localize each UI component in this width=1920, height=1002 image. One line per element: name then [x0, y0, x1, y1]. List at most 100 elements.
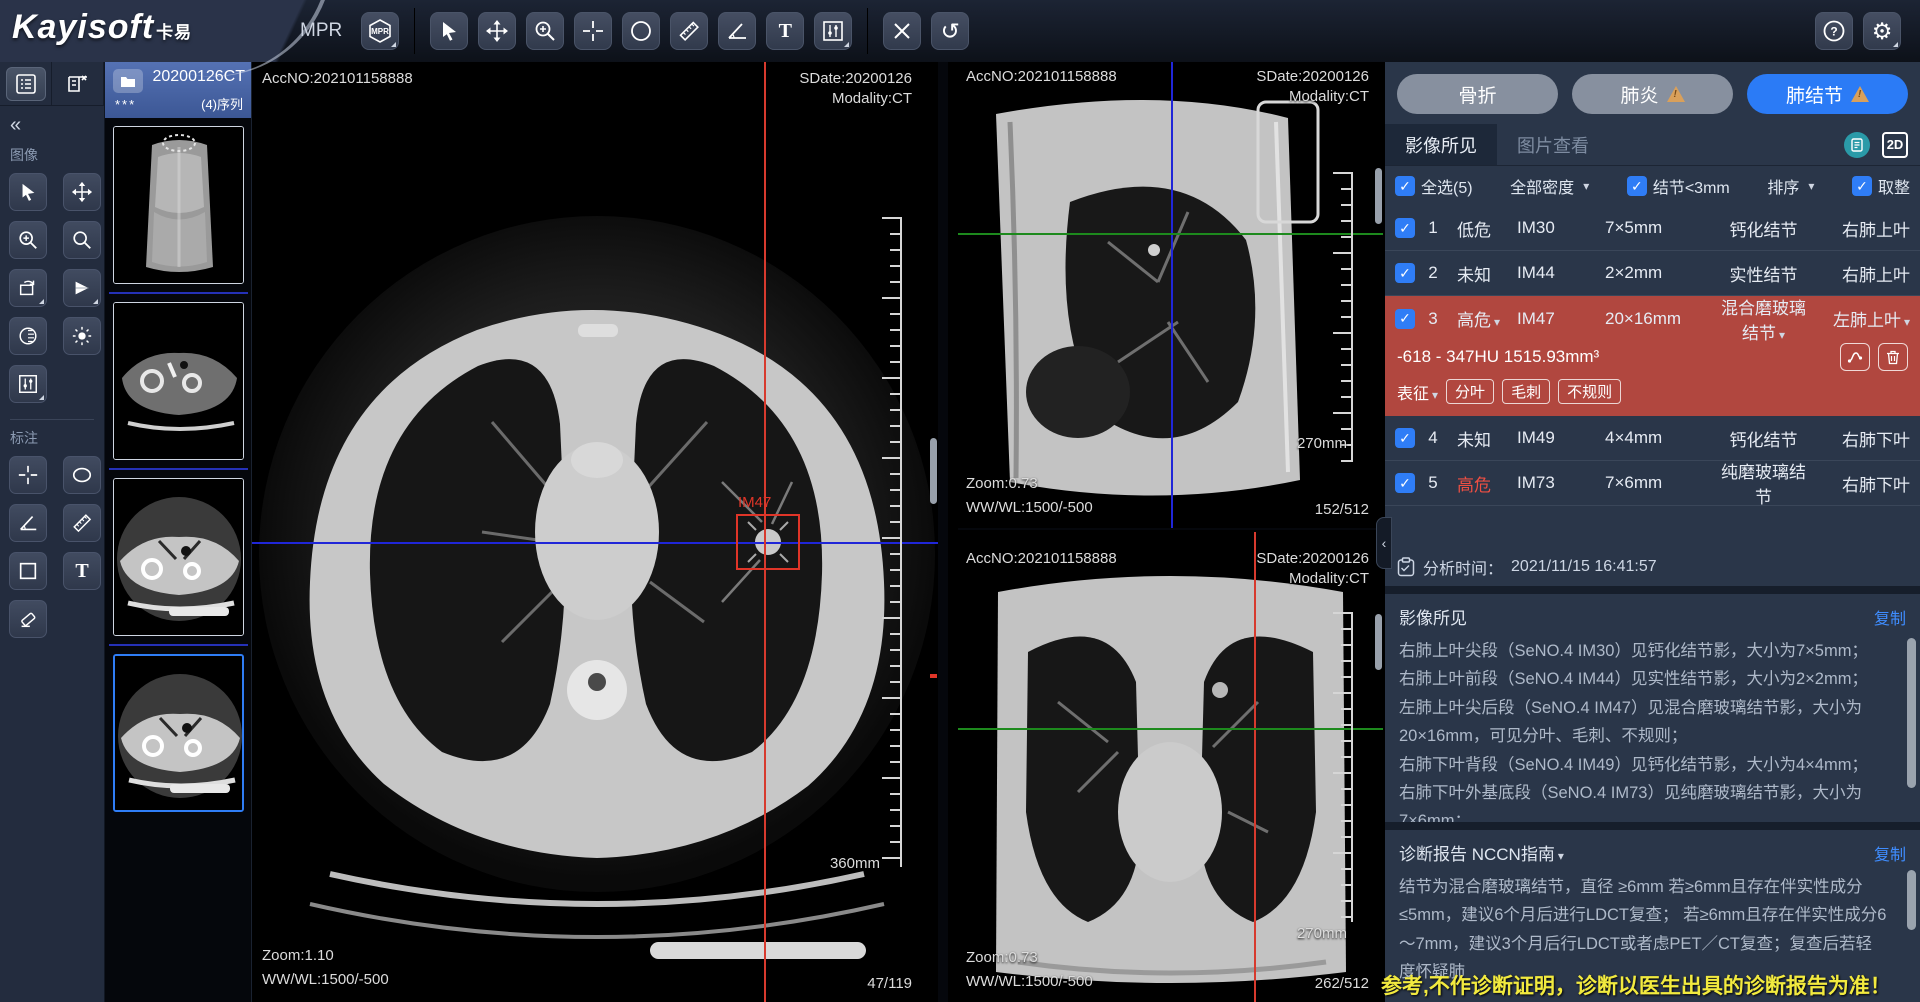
- nodule-type: 实性结节: [1713, 261, 1814, 286]
- nodule-row-2[interactable]: ✓ 2 未知 IM44 2×2mm 实性结节 右肺上叶: [1385, 251, 1920, 296]
- nodule-type-dropdown[interactable]: 混合磨玻璃结节▾: [1713, 294, 1814, 344]
- followup-curve-button[interactable]: [1840, 343, 1870, 371]
- zoom-in-tool-button[interactable]: [526, 12, 564, 50]
- coronal-scrollbar-thumb[interactable]: [1375, 614, 1382, 670]
- mpr-layout-button[interactable]: MPR: [361, 12, 399, 50]
- report-copy-link[interactable]: 复制: [1874, 841, 1906, 865]
- coronal-crosshair-vertical: [1254, 532, 1256, 1002]
- nodule-row-4[interactable]: ✓ 4 未知 IM49 4×4mm 钙化结节 右肺下叶: [1385, 416, 1920, 461]
- nodule-checkbox[interactable]: ✓: [1395, 428, 1415, 448]
- report-bubble-icon[interactable]: [1844, 132, 1870, 158]
- lt3mm-checkbox[interactable]: ✓: [1627, 176, 1647, 196]
- nodule-checkbox[interactable]: ✓: [1395, 309, 1415, 329]
- nodule-location-dropdown[interactable]: 左肺上叶▾: [1814, 306, 1910, 331]
- nodule-checkbox[interactable]: ✓: [1395, 473, 1415, 493]
- sagittal-viewport[interactable]: AccNO:202101158888 SDate:20200126 Modali…: [958, 62, 1383, 530]
- cursor-tool-button[interactable]: [430, 12, 468, 50]
- select-all-label[interactable]: 全选(5): [1421, 174, 1473, 198]
- series-thumbnail-axial-selected[interactable]: 已经检测 1/119: [113, 654, 244, 812]
- rail-eraser-button[interactable]: [9, 600, 47, 638]
- series-thumbnail-axial-1[interactable]: 1/60: [113, 302, 244, 460]
- traits-dropdown[interactable]: 表征▾: [1397, 380, 1438, 404]
- panel-collapse-handle[interactable]: ‹: [1376, 517, 1392, 569]
- cursor-icon: [18, 182, 38, 202]
- ruler-icon: [71, 512, 93, 534]
- nodule-image-no: IM44: [1517, 263, 1595, 283]
- rail-tab-series-list[interactable]: [0, 62, 52, 105]
- rectangle-icon: [17, 560, 39, 582]
- findings-scrollbar-thumb[interactable]: [1907, 638, 1916, 788]
- nodule-risk-dropdown[interactable]: 高危▾: [1445, 306, 1517, 331]
- rail-brightness-button[interactable]: [63, 317, 101, 355]
- window-level-icon: [17, 373, 39, 395]
- settings-button[interactable]: ⚙: [1863, 12, 1901, 50]
- findings-body: 右肺上叶尖段（SeNO.4 IM30）见钙化结节影，大小为7×5mm； 右肺上叶…: [1399, 637, 1906, 822]
- rail-rotate-button[interactable]: [9, 269, 47, 307]
- rail-invert-button[interactable]: [9, 317, 47, 355]
- rail-ellipse-button[interactable]: [63, 456, 101, 494]
- density-filter[interactable]: 全部密度: [1510, 174, 1574, 198]
- pan-tool-button[interactable]: [478, 12, 516, 50]
- reset-rotate-button[interactable]: ↺: [931, 12, 969, 50]
- ellipse-icon: [71, 464, 93, 486]
- window-level-tool-button[interactable]: [814, 12, 852, 50]
- delete-nodule-button[interactable]: [1878, 343, 1908, 371]
- axial-scrollbar-thumb[interactable]: [930, 438, 937, 504]
- trait-chip[interactable]: 分叶: [1446, 379, 1494, 404]
- sagittal-slice-index: 152/512: [1315, 501, 1369, 518]
- rail-magnify-button[interactable]: [63, 221, 101, 259]
- help-button[interactable]: ?: [1815, 12, 1853, 50]
- axial-sdate: SDate:20200126: [799, 70, 912, 87]
- report-scrollbar-thumb[interactable]: [1907, 870, 1916, 930]
- tab-picture-view[interactable]: 图片查看: [1497, 124, 1609, 165]
- nodule-row-5[interactable]: ✓ 5 高危 IM73 7×6mm 纯磨玻璃结节 右肺下叶: [1385, 461, 1920, 506]
- coronal-viewport[interactable]: AccNO:202101158888 SDate:20200126 Modali…: [958, 532, 1383, 1002]
- nodule-roi-box[interactable]: [736, 514, 800, 570]
- rail-zoom-in-button[interactable]: [9, 221, 47, 259]
- nodule-checkbox[interactable]: ✓: [1395, 218, 1415, 238]
- series-thumbnail-scout[interactable]: 1/1: [113, 126, 244, 284]
- series-thumbnail-axial-2[interactable]: 1/60: [113, 478, 244, 636]
- text-tool-button[interactable]: T: [766, 12, 804, 50]
- angle-tool-button[interactable]: [718, 12, 756, 50]
- axial-viewport[interactable]: IM47 AccNO:202101158888 SDate:20200126 M…: [252, 62, 948, 1002]
- tab-fracture[interactable]: 骨折: [1397, 74, 1558, 114]
- rail-text-button[interactable]: T: [63, 552, 101, 590]
- crosshair-tool-button[interactable]: [574, 12, 612, 50]
- sagittal-scrollbar-thumb[interactable]: [1375, 168, 1382, 224]
- ruler-tool-button[interactable]: [670, 12, 708, 50]
- rail-pan-button[interactable]: [63, 173, 101, 211]
- axial-neck-image: [114, 303, 244, 460]
- app-logo: Kayisoft卡易: [12, 8, 192, 47]
- ellipse-tool-button[interactable]: [622, 12, 660, 50]
- lt3mm-label[interactable]: 结节<3mm: [1653, 174, 1730, 198]
- rail-crosshair-button[interactable]: [9, 456, 47, 494]
- finding-line: 右肺上叶前段（SeNO.4 IM44）见实性结节影，大小为2×2mm；: [1399, 665, 1888, 693]
- select-all-checkbox[interactable]: ✓: [1395, 176, 1415, 196]
- nodule-checkbox[interactable]: ✓: [1395, 263, 1415, 283]
- rail-ruler-button[interactable]: [63, 504, 101, 542]
- rail-cine-play-button[interactable]: [63, 269, 101, 307]
- nodule-row-1[interactable]: ✓ 1 低危 IM30 7×5mm 钙化结节 右肺上叶: [1385, 206, 1920, 251]
- rail-window-level-button[interactable]: [9, 365, 47, 403]
- sort-filter[interactable]: 排序: [1767, 174, 1799, 198]
- round-checkbox[interactable]: ✓: [1852, 176, 1872, 196]
- round-label[interactable]: 取整: [1878, 174, 1910, 198]
- chevron-down-icon[interactable]: ▾: [1558, 849, 1564, 863]
- 2d-view-icon[interactable]: 2D: [1882, 132, 1908, 158]
- nodule-row-3-selected[interactable]: ✓ 3 高危▾ IM47 20×16mm 混合磨玻璃结节▾ 左肺上叶▾ -618…: [1385, 296, 1920, 416]
- nodule-row-3-header[interactable]: ✓ 3 高危▾ IM47 20×16mm 混合磨玻璃结节▾ 左肺上叶▾: [1385, 296, 1920, 341]
- rail-cursor-button[interactable]: [9, 173, 47, 211]
- rail-angle-button[interactable]: [9, 504, 47, 542]
- tab-image-findings[interactable]: 影像所见: [1385, 124, 1497, 165]
- rail-rectangle-button[interactable]: [9, 552, 47, 590]
- rail-tab-layout[interactable]: [52, 62, 104, 105]
- tab-pneumonia[interactable]: 肺炎: [1572, 74, 1733, 114]
- findings-copy-link[interactable]: 复制: [1874, 605, 1906, 629]
- close-tool-button[interactable]: [883, 12, 921, 50]
- trait-chip[interactable]: 毛刺: [1502, 379, 1550, 404]
- tab-lung-nodule[interactable]: 肺结节: [1747, 74, 1908, 114]
- trait-chip[interactable]: 不规则: [1558, 379, 1621, 404]
- collapse-rail-chevron[interactable]: «: [0, 106, 104, 139]
- cursor-icon: [438, 20, 460, 42]
